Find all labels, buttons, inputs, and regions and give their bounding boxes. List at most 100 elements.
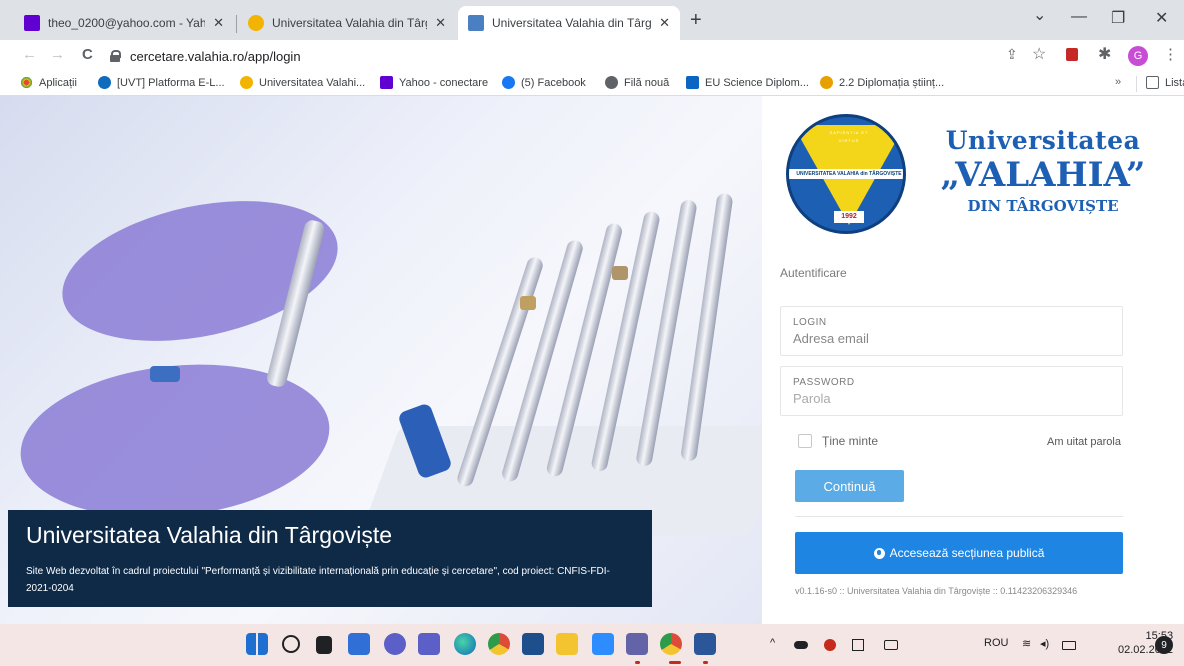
university-seal-logo: SAPIENTIA ET VIRTUS UNIVERSITATEA VALAHI… — [786, 114, 906, 234]
reload-button[interactable]: C — [82, 46, 93, 63]
chrome-icon[interactable] — [488, 633, 510, 655]
show-hidden-icons[interactable]: ^ — [770, 637, 775, 649]
email-field-box[interactable]: LOGIN — [780, 306, 1123, 356]
email-label: LOGIN — [793, 317, 827, 328]
bookmark-label: Universitatea Valahi... — [259, 76, 366, 89]
forward-button[interactable]: → — [50, 46, 65, 63]
windows-start-icon[interactable] — [246, 633, 268, 655]
minimize-button[interactable]: — — [1071, 8, 1087, 26]
remember-me[interactable]: Ține minte — [798, 434, 878, 448]
bookmark-item[interactable]: 2.2 Diplomația științ... — [820, 76, 944, 89]
password-label: PASSWORD — [793, 377, 855, 388]
tab-title: Universitatea Valahia din Târgovi — [272, 16, 427, 30]
restore-button[interactable]: ❐ — [1111, 8, 1125, 28]
profile-avatar[interactable]: G — [1128, 46, 1148, 66]
remember-checkbox[interactable] — [798, 434, 812, 448]
section-divider — [795, 516, 1123, 517]
tab-valahia-active[interactable]: Universitatea Valahia din Târgovi ✕ — [458, 6, 680, 40]
continue-button[interactable]: Continuă — [795, 470, 904, 502]
task-view-icon[interactable] — [316, 636, 332, 654]
tab-valahia-1[interactable]: Universitatea Valahia din Târgovi ✕ — [238, 6, 456, 40]
bookmark-star-icon[interactable]: ☆ — [1032, 44, 1046, 64]
tube-cap — [612, 266, 628, 280]
onedrive-icon[interactable] — [794, 641, 808, 649]
running-indicator — [669, 661, 681, 664]
lab-vial-blue — [150, 366, 180, 382]
version-footer: v0.1.16-s0 :: Universitatea Valahia din … — [795, 586, 1078, 596]
address-bar[interactable]: cercetare.valahia.ro/app/login — [110, 43, 990, 69]
chrome-icon — [605, 76, 618, 89]
battery-icon[interactable] — [1062, 641, 1076, 650]
password-input[interactable] — [793, 391, 1110, 406]
teams-classic-icon[interactable] — [626, 633, 648, 655]
bookmark-label: EU Science Diplom... — [705, 76, 809, 89]
login-panel: SAPIENTIA ET VIRTUS UNIVERSITATEA VALAHI… — [762, 96, 1184, 624]
login-page: Universitatea Valahia din Târgoviște Sit… — [0, 96, 1184, 624]
zoom-icon[interactable] — [592, 633, 614, 655]
wifi-icon[interactable]: ≋ — [1022, 637, 1031, 650]
running-indicator — [703, 661, 708, 664]
tab-close-icon[interactable]: ✕ — [213, 15, 224, 31]
running-indicator — [635, 661, 640, 664]
university-favicon — [468, 15, 484, 31]
bookmark-label: Aplicații — [39, 76, 77, 89]
linkedin-icon — [686, 76, 699, 89]
remember-label: Ține minte — [822, 434, 879, 448]
forgot-password-link[interactable]: Am uitat parola — [1047, 436, 1121, 448]
new-tab-button[interactable]: + — [690, 9, 702, 32]
wordmark-line-3: DIN TÂRGOVIȘTE — [967, 197, 1119, 215]
file-explorer-icon[interactable] — [556, 633, 578, 655]
lock-icon[interactable] — [110, 50, 121, 62]
hero-subtitle: Site Web dezvoltat în cadrul proiectului… — [26, 566, 610, 594]
teams-icon[interactable] — [418, 633, 440, 655]
window-close-button[interactable]: ✕ — [1155, 8, 1168, 28]
apps-grid-icon — [20, 76, 33, 89]
bookmark-item[interactable]: EU Science Diplom... — [686, 76, 809, 89]
windows-taskbar: ^ ROU ≋ ◂) 15:53 02.02.2022 9 — [0, 624, 1184, 666]
word-icon[interactable] — [694, 633, 716, 655]
security-icon[interactable] — [824, 639, 836, 651]
back-button[interactable]: ← — [22, 46, 37, 63]
bookmark-item[interactable]: Filă nouă — [605, 76, 669, 89]
password-field-box[interactable]: PASSWORD — [780, 366, 1123, 416]
bookmark-item[interactable]: Universitatea Valahi... — [240, 76, 365, 89]
chrome-menu-icon[interactable]: ⋮ — [1163, 45, 1178, 63]
share-icon[interactable]: ⇪ — [1006, 46, 1018, 63]
network-share-icon[interactable] — [852, 639, 864, 651]
more-bookmarks-button[interactable]: » — [1115, 76, 1121, 88]
reading-list-button[interactable]: Lista de lectură — [1146, 76, 1184, 89]
volume-icon[interactable]: ◂) — [1040, 637, 1049, 650]
bookmark-item[interactable]: Aplicații — [20, 76, 77, 89]
edge-icon[interactable] — [454, 633, 476, 655]
bookmark-label: Filă nouă — [624, 76, 670, 89]
tab-close-icon[interactable]: ✕ — [435, 15, 446, 31]
wordmark-line-2: „VALAHIA” — [940, 155, 1146, 195]
bookmark-item[interactable]: Yahoo - conectare — [380, 76, 488, 89]
language-indicator[interactable]: ROU — [984, 637, 1008, 649]
bookmarks-bar: Aplicații [UVT] Platforma E-L... Univers… — [0, 72, 1184, 96]
public-section-button[interactable]: Accesează secțiunea publică — [795, 532, 1123, 574]
ublock-icon[interactable] — [1066, 48, 1078, 61]
hero-caption: Universitatea Valahia din Târgoviște Sit… — [8, 510, 652, 607]
widgets-icon[interactable] — [348, 633, 370, 655]
tube-cap — [520, 296, 536, 310]
tab-close-icon[interactable]: ✕ — [659, 15, 670, 31]
bookmark-item[interactable]: [UVT] Platforma E-L... — [98, 76, 225, 89]
email-input[interactable] — [793, 331, 1110, 346]
extensions-icon[interactable]: ✱ — [1098, 44, 1111, 64]
chat-icon[interactable] — [384, 633, 406, 655]
bookmark-label: Yahoo - conectare — [399, 76, 489, 89]
tab-search-dropdown-icon[interactable]: ⌄ — [1033, 5, 1046, 25]
public-section-label: Accesează secțiunea publică — [889, 546, 1045, 560]
keyboard-icon[interactable] — [884, 640, 898, 650]
url-text[interactable]: cercetare.valahia.ro/app/login — [130, 49, 301, 64]
chrome-active-icon[interactable] — [660, 633, 682, 655]
store-icon[interactable] — [522, 633, 544, 655]
bookmark-item[interactable]: (5) Facebook — [502, 76, 586, 89]
notification-badge[interactable]: 9 — [1155, 636, 1173, 654]
globe-favicon — [248, 15, 264, 31]
search-icon[interactable] — [282, 635, 300, 653]
reading-list-icon — [1146, 76, 1159, 89]
tab-separator — [236, 15, 237, 33]
tab-yahoo-mail[interactable]: theo_0200@yahoo.com - Yahoo ✕ — [14, 6, 234, 40]
